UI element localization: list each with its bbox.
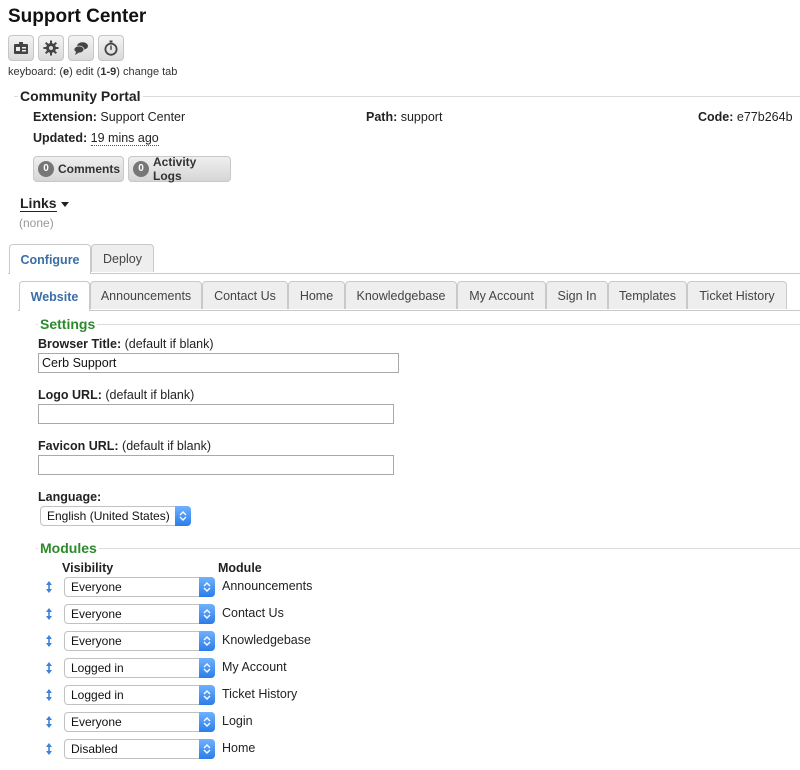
language-select[interactable]: English (United States) <box>40 506 191 526</box>
comment-button[interactable] <box>68 35 94 61</box>
tab-templates[interactable]: Templates <box>608 281 687 309</box>
drag-handle-icon[interactable] <box>45 581 53 593</box>
visibility-value: Logged in <box>71 661 124 675</box>
select-arrows-icon <box>175 506 191 526</box>
drag-handle-icon[interactable] <box>45 743 53 755</box>
select-arrows-icon <box>199 631 215 651</box>
code-info: Code: e77b264b <box>698 110 793 124</box>
card-button[interactable] <box>8 35 34 61</box>
select-arrows-icon <box>199 685 215 705</box>
toolbar <box>8 35 124 61</box>
language-value: English (United States) <box>47 509 170 523</box>
browser-title-label: Browser Title: (default if blank) <box>38 337 214 351</box>
updated-time: 19 mins ago <box>90 131 159 146</box>
module-name: Ticket History <box>222 687 298 701</box>
visibility-value: Disabled <box>71 742 118 756</box>
visibility-value: Logged in <box>71 688 124 702</box>
stopwatch-icon <box>103 40 119 56</box>
module-name: Login <box>222 714 253 728</box>
visibility-select[interactable]: Everyone <box>64 577 215 597</box>
inner-tab-line <box>18 310 800 311</box>
tab-my-account[interactable]: My Account <box>457 281 546 309</box>
keyboard-hint: keyboard: (e) edit (1-9) change tab <box>8 66 178 78</box>
visibility-select[interactable]: Logged in <box>64 685 215 705</box>
settings-button[interactable] <box>38 35 64 61</box>
visibility-select[interactable]: Logged in <box>64 658 215 678</box>
select-arrows-icon <box>199 658 215 678</box>
tab-website[interactable]: Website <box>19 281 90 311</box>
module-name: Announcements <box>222 579 313 593</box>
activity-label: Activity Logs <box>153 155 197 183</box>
drag-handle-icon[interactable] <box>45 662 53 674</box>
links-menu[interactable]: Links <box>20 195 69 212</box>
outer-tab-line <box>8 273 800 274</box>
drag-handle-icon[interactable] <box>45 635 53 647</box>
module-column-header: Module <box>218 561 262 575</box>
select-arrows-icon <box>199 577 215 597</box>
settings-divider <box>36 324 800 325</box>
page-title: Support Center <box>8 6 147 27</box>
tab-sign-in[interactable]: Sign In <box>546 281 608 309</box>
extension-info: Extension: Support Center <box>33 110 186 124</box>
visibility-select[interactable]: Disabled <box>64 739 215 759</box>
tab-announcements[interactable]: Announcements <box>90 281 202 309</box>
visibility-select[interactable]: Everyone <box>64 631 215 651</box>
browser-title-input[interactable]: Cerb Support <box>38 353 399 373</box>
activity-logs-button[interactable]: 0 Activity Logs <box>128 155 231 183</box>
logo-url-label: Logo URL: (default if blank) <box>38 388 195 402</box>
tab-home[interactable]: Home <box>288 281 345 309</box>
visibility-value: Everyone <box>71 715 122 729</box>
links-empty: (none) <box>19 216 54 230</box>
settings-heading: Settings <box>38 316 98 332</box>
module-name: Contact Us <box>222 606 284 620</box>
select-arrows-icon <box>199 604 215 624</box>
module-name: Knowledgebase <box>222 633 311 647</box>
visibility-select[interactable]: Everyone <box>64 712 215 732</box>
visibility-value: Everyone <box>71 607 122 621</box>
visibility-value: Everyone <box>71 634 122 648</box>
links-heading: Links <box>20 195 57 212</box>
tab-deploy[interactable]: Deploy <box>91 244 154 272</box>
timer-button[interactable] <box>98 35 124 61</box>
module-name: Home <box>222 741 256 755</box>
path-info: Path: support <box>366 110 443 124</box>
language-label: Language: <box>38 490 102 504</box>
visibility-select[interactable]: Everyone <box>64 604 215 624</box>
tab-ticket-history[interactable]: Ticket History <box>687 281 787 309</box>
logo-url-input[interactable] <box>38 404 394 424</box>
gear-icon <box>43 40 59 56</box>
drag-handle-icon[interactable] <box>45 689 53 701</box>
tab-configure[interactable]: Configure <box>9 244 91 274</box>
visibility-value: Everyone <box>71 580 122 594</box>
select-arrows-icon <box>199 739 215 759</box>
favicon-url-label: Favicon URL: (default if blank) <box>38 439 211 453</box>
updated-info: Updated: 19 mins ago <box>33 131 159 146</box>
chat-bubbles-icon <box>73 40 89 56</box>
comments-button[interactable]: 0 Comments <box>33 156 124 182</box>
modules-divider <box>36 548 800 549</box>
portal-heading: Community Portal <box>18 88 143 104</box>
module-name: My Account <box>222 660 287 674</box>
select-arrows-icon <box>199 712 215 732</box>
comments-count-badge: 0 <box>38 161 54 177</box>
drag-handle-icon[interactable] <box>45 608 53 620</box>
favicon-url-input[interactable] <box>38 455 394 475</box>
id-card-icon <box>13 40 29 56</box>
chevron-down-icon <box>60 202 69 208</box>
drag-handle-icon[interactable] <box>45 716 53 728</box>
modules-heading: Modules <box>38 540 99 556</box>
comments-label: Comments <box>58 162 121 176</box>
tab-knowledgebase[interactable]: Knowledgebase <box>345 281 457 309</box>
activity-count-badge: 0 <box>133 161 149 177</box>
tab-contact-us[interactable]: Contact Us <box>202 281 288 309</box>
visibility-column-header: Visibility <box>62 561 114 575</box>
